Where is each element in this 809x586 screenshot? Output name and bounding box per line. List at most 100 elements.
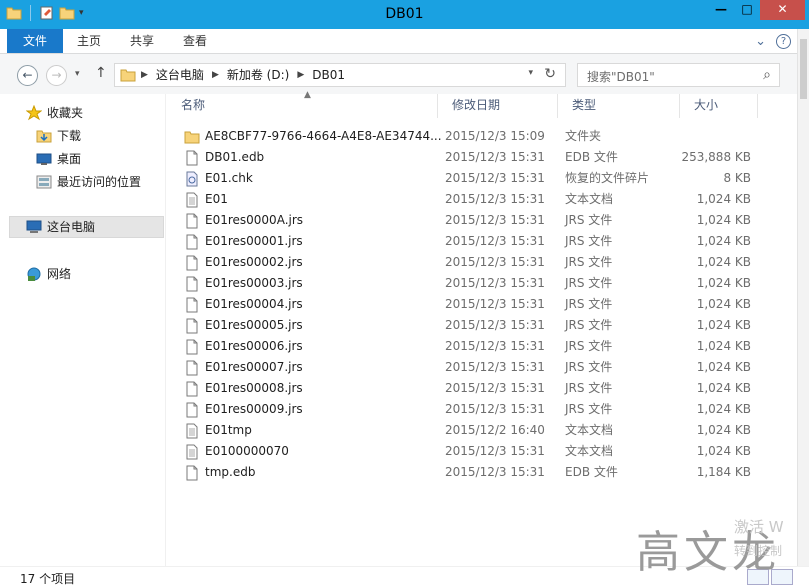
nav-item-recent-places[interactable]: 最近访问的位置 — [36, 171, 141, 193]
column-header-name[interactable]: 名称 — [167, 94, 438, 118]
file-row[interactable]: E0100000070 2015/12/3 15:31 文本文档 1,024 KB — [182, 441, 762, 462]
nav-item-network[interactable]: 网络 — [26, 263, 71, 285]
file-type: 恢复的文件碎片 — [565, 171, 650, 185]
file-row[interactable]: E01res00005.jrs 2015/12/3 15:31 JRS 文件 1,02… — [182, 315, 762, 336]
file-size: 1,024 KB — [696, 234, 751, 248]
file-size: 1,024 KB — [696, 423, 751, 437]
file-name: E01res00008.jrs — [205, 381, 303, 395]
file-name: AE8CBF77-9766-4664-A4E8-AE34744... — [205, 129, 442, 143]
ribbon: 文件 主页 共享 查看 ⌄ ? — [0, 29, 809, 54]
file-date: 2015/12/3 15:31 — [445, 444, 545, 458]
refresh-icon[interactable]: ↻ — [544, 66, 556, 82]
file-icon — [184, 402, 200, 418]
nav-item-label: 这台电脑 — [47, 220, 96, 234]
file-row[interactable]: E01res00003.jrs 2015/12/3 15:31 JRS 文件 1,02… — [182, 273, 762, 294]
file-name: E01res00003.jrs — [205, 276, 303, 290]
file-row[interactable]: E01res0000A.jrs 2015/12/3 15:31 JRS 文件 1,02… — [182, 210, 762, 231]
file-type: 文件夹 — [565, 129, 602, 143]
up-arrow-icon[interactable]: ↑ — [95, 65, 107, 81]
address-bar[interactable]: ▶ 这台电脑 ▶ 新加卷 (D:) ▶ DB01 ▾ ↻ — [114, 63, 566, 87]
nav-item-favorites[interactable]: 收藏夹 — [26, 102, 83, 124]
file-row[interactable]: E01res00006.jrs 2015/12/3 15:31 JRS 文件 1,02… — [182, 336, 762, 357]
file-row[interactable]: E01res00001.jrs 2015/12/3 15:31 JRS 文件 1,02… — [182, 231, 762, 252]
column-header-type[interactable]: 类型 — [558, 94, 680, 118]
close-button[interactable]: ✕ — [760, 0, 805, 20]
nav-item-label: 最近访问的位置 — [57, 175, 142, 189]
arrow-left-icon: ← — [22, 68, 33, 82]
download-folder-icon — [36, 130, 52, 143]
file-row[interactable]: E01tmp 2015/12/2 16:40 文本文档 1,024 KB — [182, 420, 762, 441]
file-list: AE8CBF77-9766-4664-A4E8-AE34744... 2015/1… — [182, 126, 762, 483]
file-row[interactable]: E01res00008.jrs 2015/12/3 15:31 JRS 文件 1,02… — [182, 378, 762, 399]
desktop-icon — [36, 153, 52, 165]
file-type: EDB 文件 — [565, 465, 618, 479]
file-date: 2015/12/3 15:31 — [445, 297, 545, 311]
maximize-button[interactable]: □ — [734, 0, 760, 20]
file-row[interactable]: E01 2015/12/3 15:31 文本文档 1,024 KB — [182, 189, 762, 210]
file-row[interactable]: E01.chk 2015/12/3 15:31 恢复的文件碎片 8 KB — [182, 168, 762, 189]
file-row[interactable]: DB01.edb 2015/12/3 15:31 EDB 文件 253,888 KB — [182, 147, 762, 168]
file-icon — [184, 381, 200, 397]
file-name: E01res00009.jrs — [205, 402, 303, 416]
breadcrumb-arrow-icon[interactable]: ▶ — [212, 64, 219, 86]
search-box[interactable]: 搜索"DB01" ⌕ — [577, 63, 780, 87]
file-name: E01res00001.jrs — [205, 234, 303, 248]
file-icon — [184, 255, 200, 271]
file-size: 1,024 KB — [696, 297, 751, 311]
file-row[interactable]: E01res00002.jrs 2015/12/3 15:31 JRS 文件 1,02… — [182, 252, 762, 273]
file-date: 2015/12/3 15:31 — [445, 381, 545, 395]
file-date: 2015/12/3 15:31 — [445, 213, 545, 227]
address-dropdown-icon[interactable]: ▾ — [528, 68, 533, 78]
column-header-size[interactable]: 大小 — [680, 94, 758, 118]
recent-locations-dropdown-icon[interactable]: ▾ — [75, 69, 80, 79]
file-row[interactable]: AE8CBF77-9766-4664-A4E8-AE34744... 2015/1… — [182, 126, 762, 147]
file-date: 2015/12/2 16:40 — [445, 423, 545, 437]
breadcrumb-arrow-icon[interactable]: ▶ — [141, 64, 148, 86]
file-row[interactable]: E01res00009.jrs 2015/12/3 15:31 JRS 文件 1,02… — [182, 399, 762, 420]
nav-item-label: 收藏夹 — [47, 106, 84, 120]
file-name: E01tmp — [205, 423, 252, 437]
file-row[interactable]: E01res00004.jrs 2015/12/3 15:31 JRS 文件 1,02… — [182, 294, 762, 315]
file-type: JRS 文件 — [565, 360, 613, 374]
file-name: E01res00002.jrs — [205, 255, 303, 269]
help-icon[interactable]: ? — [776, 34, 791, 49]
file-type: JRS 文件 — [565, 339, 613, 353]
scrollbar-thumb[interactable] — [800, 39, 807, 99]
nav-item-label: 网络 — [47, 267, 72, 281]
tab-view[interactable]: 查看 — [183, 29, 207, 53]
text-file-icon — [184, 192, 200, 208]
nav-item-downloads[interactable]: 下载 — [36, 125, 81, 147]
column-headers: ▲ 名称 修改日期 类型 大小 — [167, 90, 759, 118]
file-type: 文本文档 — [565, 423, 614, 437]
breadcrumb-arrow-icon[interactable]: ▶ — [297, 64, 304, 86]
file-size: 8 KB — [723, 171, 751, 185]
column-header-date[interactable]: 修改日期 — [438, 94, 558, 118]
search-icon[interactable]: ⌕ — [763, 67, 771, 83]
file-row[interactable]: E01res00007.jrs 2015/12/3 15:31 JRS 文件 1,02… — [182, 357, 762, 378]
ribbon-expand-chevron-icon[interactable]: ⌄ — [755, 34, 766, 49]
back-button[interactable]: ← — [17, 65, 38, 86]
file-type: JRS 文件 — [565, 381, 613, 395]
nav-item-desktop[interactable]: 桌面 — [36, 148, 81, 170]
breadcrumb-db01[interactable]: DB01 — [312, 64, 345, 86]
minimize-button[interactable]: — — [708, 0, 734, 20]
file-row[interactable]: tmp.edb 2015/12/3 15:31 EDB 文件 1,184 KB — [182, 462, 762, 483]
folder-icon — [120, 69, 136, 82]
file-size: 1,024 KB — [696, 318, 751, 332]
file-date: 2015/12/3 15:31 — [445, 150, 545, 164]
tab-file[interactable]: 文件 — [7, 29, 63, 53]
file-name: tmp.edb — [205, 465, 256, 479]
forward-button[interactable]: → — [46, 65, 67, 86]
breadcrumb-this-pc[interactable]: 这台电脑 — [156, 64, 204, 86]
file-name: DB01.edb — [205, 150, 265, 164]
window-title: DB01 — [385, 6, 424, 22]
tab-home[interactable]: 主页 — [77, 29, 101, 53]
breadcrumb-drive-d[interactable]: 新加卷 (D:) — [227, 64, 289, 86]
folder-icon — [184, 129, 200, 145]
file-icon — [184, 360, 200, 376]
window-scrollbar[interactable] — [797, 29, 809, 566]
tab-share[interactable]: 共享 — [130, 29, 154, 53]
file-size: 1,024 KB — [696, 213, 751, 227]
file-type: 文本文档 — [565, 192, 614, 206]
nav-item-this-pc[interactable]: 这台电脑 — [9, 216, 164, 238]
